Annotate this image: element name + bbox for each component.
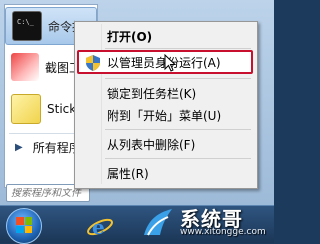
sticky-notes-icon <box>11 94 41 124</box>
menu-separator <box>105 48 251 49</box>
menu-separator <box>105 129 251 130</box>
menu-item-open[interactable]: 打开(O) <box>77 25 253 47</box>
menu-separator <box>105 158 251 159</box>
uac-shield-icon <box>86 55 100 71</box>
command-prompt-icon: C:\_ <box>12 11 42 41</box>
snipping-tool-icon <box>11 53 39 81</box>
context-menu: 打开(O) 以管理员身份运行(A) 锁定到任务栏(K) 附到「开始」菜单(U) … <box>74 21 258 189</box>
logo-url: www.xitongge.com <box>180 227 266 237</box>
watermark-logo: 系统哥 www.xitongge.com <box>140 197 274 242</box>
internet-explorer-icon[interactable]: e <box>86 212 114 240</box>
menu-item-pin-start[interactable]: 附到「开始」菜单(U) <box>77 104 253 126</box>
search-input[interactable] <box>11 187 85 199</box>
menu-separator <box>105 78 251 79</box>
mouse-cursor-icon <box>164 54 176 72</box>
menu-item-remove-from-list[interactable]: 从列表中删除(F) <box>77 133 253 155</box>
menu-item-label: 锁定到任务栏(K) <box>107 86 197 101</box>
menu-item-pin-taskbar[interactable]: 锁定到任务栏(K) <box>77 82 253 104</box>
svg-text:C:\_: C:\_ <box>17 18 35 26</box>
start-button[interactable] <box>6 208 42 244</box>
menu-item-label: 打开(O) <box>107 29 153 44</box>
menu-item-label: 属性(R) <box>107 166 149 181</box>
logo-mark-icon <box>144 209 172 236</box>
chevron-right-icon: ▶ <box>15 141 23 153</box>
menu-item-label: 附到「开始」菜单(U) <box>107 108 222 123</box>
svg-text:e: e <box>92 215 105 239</box>
menu-item-label: 从列表中删除(F) <box>107 137 196 152</box>
windows-logo-icon <box>16 217 32 233</box>
menu-item-properties[interactable]: 属性(R) <box>77 162 253 184</box>
